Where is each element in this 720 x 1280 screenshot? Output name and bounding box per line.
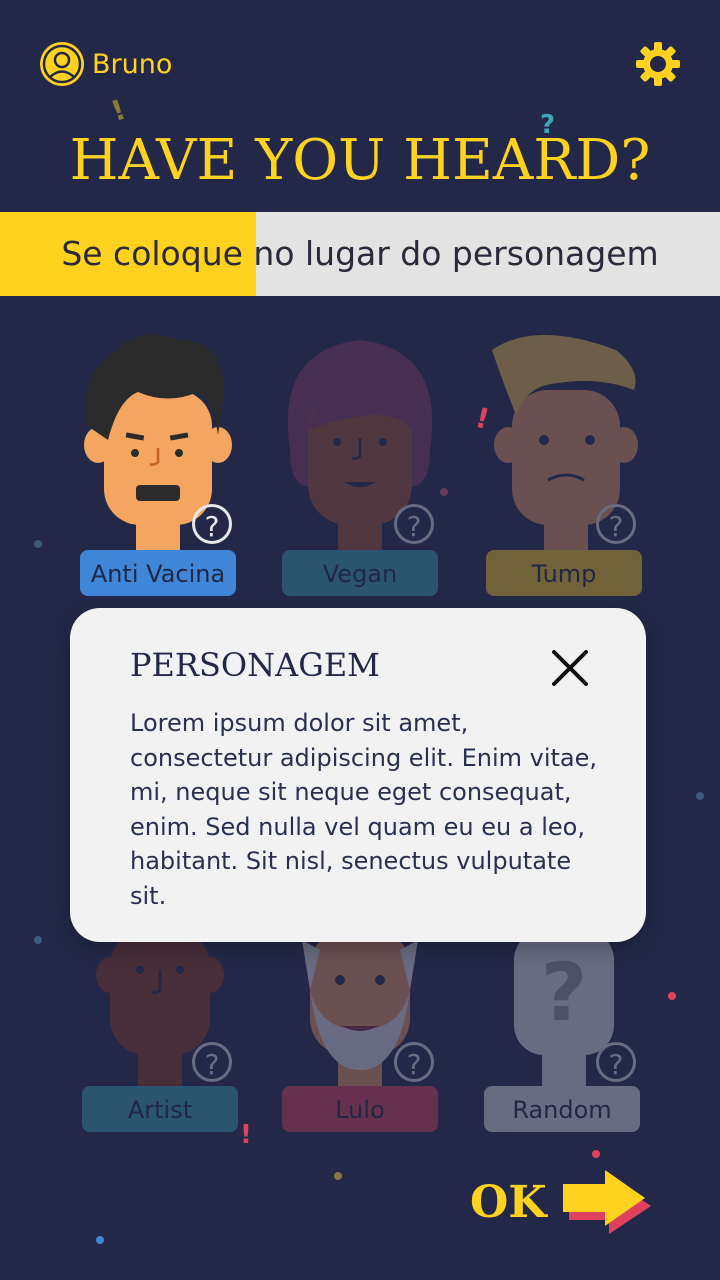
character-label-random: Random bbox=[484, 1086, 640, 1132]
decor-dot bbox=[668, 992, 676, 1000]
decor-dot bbox=[334, 1172, 342, 1180]
character-label-tump: Tump bbox=[486, 550, 642, 596]
character-card-lulo[interactable]: ? Lulo bbox=[260, 930, 460, 1140]
page-title: HAVE YOU HEARD? bbox=[69, 128, 651, 193]
help-artist-button[interactable]: ? bbox=[192, 1042, 232, 1082]
user-avatar-icon bbox=[40, 42, 84, 86]
user-profile[interactable]: Bruno bbox=[40, 42, 172, 86]
character-label-vegan: Vegan bbox=[282, 550, 438, 596]
help-random-button[interactable]: ? bbox=[596, 1042, 636, 1082]
modal-title: PERSONAGEM bbox=[130, 646, 380, 684]
decor-exclamation: ! bbox=[106, 92, 131, 129]
character-info-modal: PERSONAGEM Lorem ipsum dolor sit amet, c… bbox=[70, 608, 646, 942]
help-anti-vacina-button[interactable]: ? bbox=[192, 504, 232, 544]
ok-label: OK bbox=[470, 1176, 547, 1228]
character-label-anti-vacina: Anti Vacina bbox=[80, 550, 236, 596]
instruction-bar: Se coloque no lugar do personagem bbox=[0, 212, 720, 296]
character-card-artist[interactable]: ? Artist bbox=[60, 930, 260, 1140]
character-label-lulo: Lulo bbox=[282, 1086, 438, 1132]
user-name: Bruno bbox=[92, 48, 173, 80]
decor-dot bbox=[34, 936, 42, 944]
arrow-right-icon bbox=[562, 1170, 651, 1234]
decor-dot bbox=[34, 540, 42, 548]
help-lulo-button[interactable]: ? bbox=[394, 1042, 434, 1082]
settings-gear-icon[interactable] bbox=[634, 40, 682, 88]
help-tump-button[interactable]: ? bbox=[596, 504, 636, 544]
character-card-vegan[interactable]: ? Vegan bbox=[260, 330, 460, 600]
decor-dot bbox=[96, 1236, 104, 1244]
character-card-tump[interactable]: ? Tump bbox=[466, 330, 666, 600]
character-card-random[interactable]: ? ? Random bbox=[464, 930, 664, 1140]
character-label-artist: Artist bbox=[82, 1086, 238, 1132]
svg-text:?: ? bbox=[541, 946, 587, 1039]
decor-dot bbox=[592, 1150, 600, 1158]
character-card-anti-vacina[interactable]: ? Anti Vacina bbox=[58, 330, 258, 600]
modal-body-text: Lorem ipsum dolor sit amet, consectetur … bbox=[130, 709, 598, 910]
ok-button[interactable]: OK bbox=[470, 1168, 657, 1236]
decor-dot bbox=[696, 792, 704, 800]
close-icon[interactable] bbox=[548, 646, 592, 690]
instruction-text: Se coloque no lugar do personagem bbox=[61, 234, 659, 273]
help-vegan-button[interactable]: ? bbox=[394, 504, 434, 544]
